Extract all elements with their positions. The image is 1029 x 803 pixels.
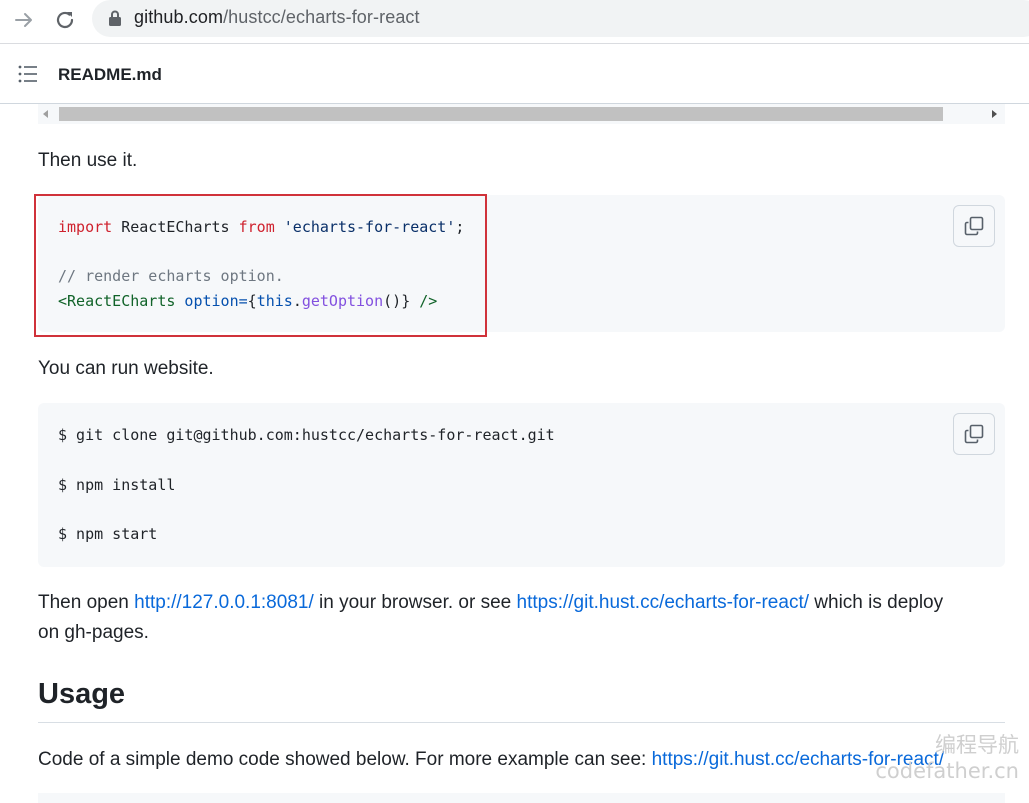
copy-icon	[964, 424, 984, 444]
heading-divider	[38, 722, 1005, 723]
reload-icon	[56, 11, 74, 29]
text: Code of a simple demo code showed below.…	[38, 749, 652, 770]
text: on gh-pages.	[38, 622, 149, 643]
code-block-install: $ git clone git@github.com:hustcc/echart…	[38, 403, 1005, 567]
reload-button[interactable]	[51, 6, 79, 34]
copy-icon	[964, 216, 984, 236]
readme-header: README.md	[0, 44, 1029, 104]
code-line: $ git clone git@github.com:hustcc/echart…	[58, 426, 555, 444]
watermark-line: 编程导航	[935, 733, 1019, 757]
address-bar[interactable]: github.com/hustcc/echarts-for-react	[92, 0, 1029, 37]
list-icon[interactable]	[18, 65, 38, 83]
url-path: /hustcc/echarts-for-react	[223, 7, 420, 27]
url-text: github.com/hustcc/echarts-for-react	[134, 7, 420, 28]
paragraph-then-use-it: Then use it.	[38, 150, 138, 171]
text: Then open	[38, 592, 135, 613]
heading-usage: Usage	[38, 678, 126, 710]
paragraph-then-open: Then open http://127.0.0.1:8081/ in your…	[38, 588, 1008, 648]
lock-icon	[109, 10, 121, 26]
scroll-left-icon[interactable]	[43, 110, 48, 118]
forward-button[interactable]	[10, 6, 38, 34]
code-line: $ npm install	[58, 476, 176, 494]
code-block-next	[38, 793, 1005, 803]
browser-toolbar: github.com/hustcc/echarts-for-react	[0, 0, 1029, 44]
readme-title: README.md	[58, 65, 162, 84]
url-host: github.com	[134, 7, 224, 27]
paragraph-usage: Code of a simple demo code showed below.…	[38, 745, 1008, 775]
copy-button[interactable]	[953, 205, 995, 247]
code-line: $ npm start	[58, 525, 158, 543]
watermark-line: codefather.cn	[875, 759, 1019, 783]
watermark: 编程导航 codefather.cn	[875, 732, 1019, 784]
scrollbar-thumb[interactable]	[59, 107, 943, 121]
text: in your browser. or see	[313, 592, 517, 613]
highlight-box	[34, 194, 487, 337]
arrow-right-icon	[15, 13, 32, 27]
copy-button[interactable]	[953, 413, 995, 455]
link-localhost[interactable]: http://127.0.0.1:8081/	[134, 592, 314, 613]
link-demo-site[interactable]: https://git.hust.cc/echarts-for-react/	[517, 592, 810, 613]
scroll-right-icon[interactable]	[992, 110, 997, 118]
text: which is deploy	[809, 592, 944, 613]
horizontal-scrollbar[interactable]	[38, 104, 1005, 124]
paragraph-you-can-run: You can run website.	[38, 358, 214, 379]
